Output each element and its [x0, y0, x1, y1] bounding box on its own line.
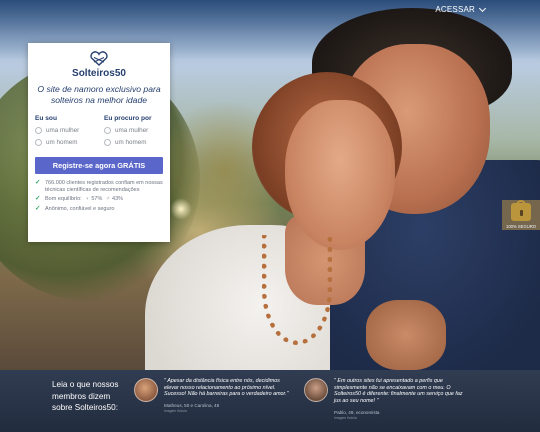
- benefit-text: 766.000 clientes registrados confiam em …: [45, 180, 163, 193]
- avatar: [134, 378, 158, 402]
- woman-necklace: [262, 235, 332, 345]
- testimonials-heading: Leia o que nossos membros dizem sobre So…: [52, 380, 119, 412]
- benefit-item: ✓ Bom equilíbrio: ♀ 57% ♂ 43%: [35, 195, 163, 203]
- radio-circle[interactable]: [104, 139, 111, 146]
- benefit-text: Anônimo, confiável e seguro: [45, 205, 115, 212]
- gender-selection: Eu sou uma mulher um homem Eu procuro po…: [35, 115, 163, 151]
- i-am-man-radio[interactable]: um homem: [35, 139, 94, 146]
- testimonials-bar: Leia o que nossos membros dizem sobre So…: [0, 370, 540, 432]
- radio-label: um homem: [46, 139, 78, 146]
- looking-for-group: Eu procuro por uma mulher um homem: [104, 115, 163, 151]
- man-hand: [366, 300, 446, 370]
- looking-for-woman-radio[interactable]: uma mulher: [104, 127, 163, 134]
- benefit-item: ✓ Anônimo, confiável e seguro: [35, 204, 163, 213]
- radio-label: uma mulher: [115, 127, 149, 134]
- radio-circle[interactable]: [35, 127, 42, 134]
- signup-card: Solteiros50 O site de namoro exclusivo p…: [28, 43, 170, 242]
- register-free-button[interactable]: Registre-se agora GRÁTIS: [35, 157, 163, 174]
- looking-for-label: Eu procuro por: [104, 115, 152, 122]
- testimonial-body: " Em outros sites fui apresentado a perf…: [334, 378, 464, 420]
- i-am-woman-radio[interactable]: uma mulher: [35, 127, 94, 134]
- testimonial-note: Imagem fictícia: [164, 409, 187, 414]
- check-icon: ✓: [35, 204, 41, 212]
- security-label: 100% SEGURO: [505, 224, 537, 229]
- testimonial-card: " Apesar da distância física entre nós, …: [134, 378, 294, 413]
- tagline: O site de namoro exclusivo para solteiro…: [37, 84, 161, 105]
- i-am-group: Eu sou uma mulher um homem: [35, 115, 94, 151]
- brand-logo[interactable]: Solteiros50: [35, 51, 163, 79]
- lock-keyhole: [520, 210, 523, 216]
- check-icon: ✓: [35, 179, 41, 186]
- woman-face: [285, 100, 395, 250]
- heart-logo-icon: [90, 51, 108, 66]
- balance-text: Bom equilíbrio: ♀ 57% ♂ 43%: [45, 196, 123, 203]
- testimonial-author: Pablo, 49, economista: [334, 409, 380, 415]
- avatar: [304, 378, 328, 402]
- testimonial-body: " Apesar da distância física entre nós, …: [164, 378, 294, 413]
- radio-label: um homem: [115, 139, 147, 146]
- check-icon: ✓: [35, 195, 41, 202]
- benefits-list: ✓ 766.000 clientes registrados confiam e…: [35, 179, 163, 213]
- security-badge[interactable]: 100% SEGURO: [502, 200, 540, 230]
- benefit-item: ✓ 766.000 clientes registrados confiam e…: [35, 179, 163, 193]
- balance-label: Bom equilíbrio:: [45, 196, 82, 202]
- radio-label: uma mulher: [46, 127, 80, 134]
- hero-light: [170, 198, 192, 220]
- testimonial-quote: " Em outros sites fui apresentado a perf…: [334, 378, 463, 405]
- login-label: ACESSAR: [435, 5, 475, 14]
- female-percent: 57%: [91, 196, 103, 202]
- male-icon: ♂: [105, 196, 111, 202]
- brand-name: Solteiros50: [72, 68, 126, 79]
- radio-circle[interactable]: [104, 127, 111, 134]
- looking-for-man-radio[interactable]: um homem: [104, 139, 163, 146]
- testimonial-quote: " Apesar da distância física entre nós, …: [164, 378, 289, 398]
- radio-circle[interactable]: [35, 139, 42, 146]
- male-percent: 43%: [112, 196, 124, 202]
- login-link[interactable]: ACESSAR: [435, 4, 487, 14]
- testimonial-note: Imagem fictícia: [334, 415, 357, 420]
- female-icon: ♀: [85, 196, 90, 202]
- testimonial-author: Matheus, 50 e Carolina, 48: [164, 403, 220, 409]
- chevron-down-icon: [478, 4, 487, 12]
- testimonial-card: " Em outros sites fui apresentado a perf…: [304, 378, 464, 420]
- i-am-label: Eu sou: [35, 115, 57, 122]
